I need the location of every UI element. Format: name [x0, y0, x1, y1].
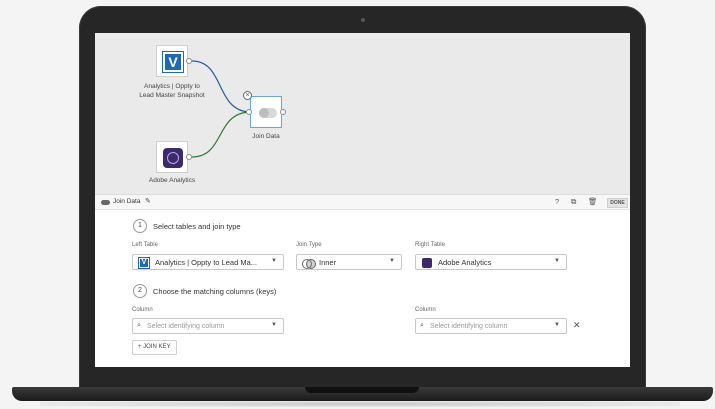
chevron-down-icon: ▼ [554, 258, 560, 264]
right-column-placeholder: Select identifying column [430, 323, 508, 330]
join-data-node[interactable] [250, 96, 282, 128]
laptop-notch [305, 387, 419, 393]
done-button[interactable]: DONE [607, 198, 628, 208]
search-icon: ⌕ [137, 322, 141, 329]
output-port[interactable] [186, 154, 192, 160]
input-port[interactable] [246, 109, 252, 115]
adobe-analytics-icon [163, 148, 183, 168]
trash-icon[interactable]: 🗑 [588, 197, 598, 206]
v-logo-icon: V [138, 257, 150, 269]
step-1-text: Select tables and join type [153, 222, 241, 231]
output-port[interactable] [186, 58, 192, 64]
v-logo-icon: V [162, 51, 184, 73]
editor-toolbar: Join Data ✎ ? ⧉ 🗑 DONE [95, 194, 630, 210]
output-port[interactable] [280, 109, 286, 115]
toolbar-title: Join Data [113, 198, 141, 205]
right-table-select[interactable]: Adobe Analytics ▼ [415, 254, 567, 270]
add-join-key-button[interactable]: + JOIN KEY [132, 340, 177, 355]
join-type-value: Inner [319, 258, 337, 267]
analytics-dataset-node[interactable]: V [156, 45, 188, 77]
step-2-text: Choose the matching columns (keys) [153, 287, 277, 296]
chevron-down-icon: ▼ [554, 322, 560, 328]
node-label-adobe: Adobe Analytics [148, 177, 196, 184]
left-column-select[interactable]: ⌕ Select identifying column ▼ [132, 318, 284, 334]
close-icon[interactable]: ✕ [573, 320, 581, 331]
join-type-label: Join Type [296, 242, 322, 248]
remove-node-icon[interactable]: × [243, 91, 252, 100]
join-toggle-icon [259, 108, 277, 118]
right-column-select[interactable]: ⌕ Select identifying column ▼ [415, 318, 567, 334]
pencil-icon[interactable]: ✎ [145, 197, 151, 205]
left-column-placeholder: Select identifying column [147, 323, 225, 330]
chevron-down-icon: ▼ [271, 322, 277, 328]
chevron-down-icon: ▼ [271, 258, 277, 264]
help-icon[interactable]: ? [555, 197, 559, 206]
chevron-down-icon: ▼ [389, 258, 395, 264]
laptop-shadow [40, 401, 680, 407]
camera-dot [361, 18, 365, 22]
node-label-analytics: Analytics | Oppty to Lead Master Snapsho… [139, 83, 205, 99]
left-column-label: Column [132, 307, 153, 313]
stage: V Analytics | Oppty to Lead Master Snaps… [0, 0, 715, 409]
left-table-select[interactable]: V Analytics | Oppty to Lead Ma... ▼ [132, 254, 284, 270]
join-type-select[interactable]: Inner ▼ [296, 254, 402, 270]
toggle-icon [101, 200, 110, 205]
step-number-1: 1 [133, 219, 147, 233]
copy-icon[interactable]: ⧉ [571, 197, 576, 207]
node-label-join: Join Data [252, 133, 280, 140]
left-table-value: Analytics | Oppty to Lead Ma... [155, 258, 257, 267]
adobe-dataset-node[interactable] [156, 141, 188, 173]
laptop-screen: V Analytics | Oppty to Lead Master Snaps… [95, 33, 630, 367]
flow-canvas[interactable]: V Analytics | Oppty to Lead Master Snaps… [95, 33, 630, 194]
adobe-analytics-icon [422, 258, 432, 268]
left-table-label: Left Table [132, 242, 158, 248]
right-column-label: Column [415, 307, 436, 313]
right-table-label: Right Table [415, 242, 445, 248]
link-bottom [191, 111, 251, 158]
inner-join-icon [302, 259, 316, 269]
search-icon: ⌕ [420, 322, 424, 329]
right-table-value: Adobe Analytics [438, 258, 492, 267]
step-number-2: 2 [133, 284, 147, 298]
